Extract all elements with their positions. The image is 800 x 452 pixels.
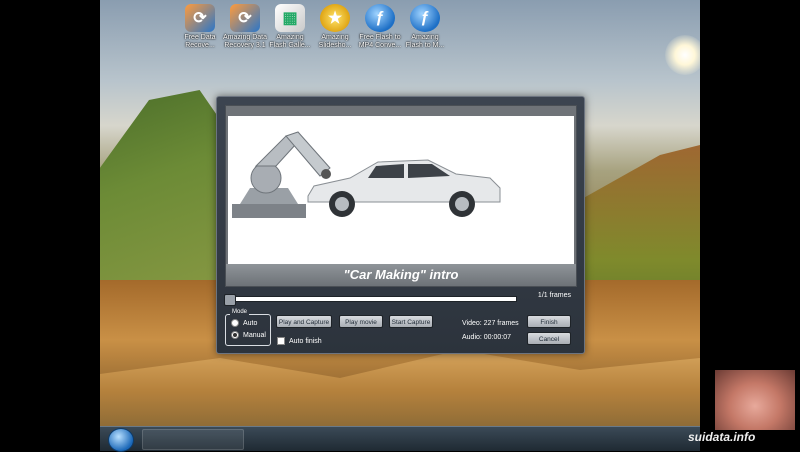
desktop-icons: ⟳ Free Data Recove... ⟳ Amazing Data Rec… <box>178 4 448 50</box>
finish-button[interactable]: Finish <box>527 315 571 328</box>
desktop-icon-label: Free Data Recove... <box>184 34 216 49</box>
overlay-thumbnail <box>715 370 795 430</box>
desktop-icon-label: Amazing Flash Galle... <box>269 34 311 49</box>
desktop-icon-label: Amazing Data Recovery 3.1 <box>223 34 267 49</box>
desktop-icon-flash-to-m[interactable]: ƒ Amazing Flash to M... <box>403 4 447 50</box>
preview-caption-bar: "Car Making" intro <box>226 264 576 286</box>
desktop-icon-label: Free Flash to MP4 Conve... <box>358 34 402 49</box>
flash-icon: ƒ <box>410 4 440 32</box>
mode-auto-label: Auto <box>243 319 258 327</box>
cancel-button[interactable]: Cancel <box>527 332 571 345</box>
recovery-icon: ⟳ <box>185 4 215 32</box>
desktop-icon-flash-to-mp4[interactable]: ƒ Free Flash to MP4 Conve... <box>358 4 402 50</box>
preview-title: "Car Making" intro <box>343 267 459 282</box>
watermark: suidata.info <box>688 430 756 444</box>
robot-arm-upper <box>285 131 331 177</box>
mode-group: Mode Auto Manual <box>225 309 271 346</box>
recovery-icon: ⟳ <box>230 4 260 32</box>
mode-manual-option[interactable]: Manual <box>231 331 266 339</box>
taskbar-app-button[interactable] <box>142 429 244 450</box>
car-making-illustration <box>232 131 501 218</box>
robot-joint <box>250 162 282 194</box>
start-capture-button[interactable]: Start Capture <box>389 315 433 328</box>
taskbar <box>100 426 700 452</box>
capture-dialog: "Car Making" intro 1/1 frames Mode Auto … <box>216 96 585 354</box>
mode-manual-label: Manual <box>243 331 266 339</box>
play-movie-button[interactable]: Play movie <box>339 315 383 328</box>
robot-gripper <box>321 169 331 179</box>
car-hubcap-front <box>335 197 349 211</box>
auto-finish-checkbox-row[interactable]: Auto finish <box>277 337 322 345</box>
play-and-capture-button[interactable]: Play and Capture <box>276 315 332 328</box>
car-hubcap-rear <box>455 197 469 211</box>
mode-auto-option[interactable]: Auto <box>231 319 257 327</box>
preview-area <box>228 116 574 266</box>
capture-stats: Video: 227 frames Audio: 00:00:07 <box>462 317 519 345</box>
desktop-icon-amazing-data-recovery[interactable]: ⟳ Amazing Data Recovery 3.1 <box>223 4 267 50</box>
desktop-icon-label: Amazing Slidesho... <box>318 34 352 49</box>
desktop-icon-slideshow[interactable]: ★ Amazing Slidesho... <box>313 4 357 50</box>
auto-finish-checkbox[interactable] <box>277 337 285 345</box>
slideshow-icon: ★ <box>320 4 350 32</box>
desktop-icon-free-data-recovery[interactable]: ⟳ Free Data Recove... <box>178 4 222 50</box>
gallery-icon: ▦ <box>275 4 305 32</box>
audio-info: Audio: 00:00:07 <box>462 334 512 341</box>
progress-fill <box>226 297 516 301</box>
sun <box>665 35 700 75</box>
capture-progress: 1/1 frames <box>224 292 575 306</box>
flash-icon: ƒ <box>365 4 395 32</box>
frames-counter: 1/1 frames <box>537 292 571 299</box>
start-orb-icon[interactable] <box>108 428 134 452</box>
mode-legend: Mode <box>230 309 250 315</box>
robot-base <box>232 204 306 218</box>
video-info: Video: 227 frames <box>462 320 519 327</box>
radio-manual[interactable] <box>231 331 239 339</box>
auto-finish-label: Auto finish <box>289 337 322 345</box>
progress-thumb[interactable] <box>224 294 236 306</box>
desktop-icon-label: Amazing Flash to M... <box>405 34 445 49</box>
progress-track[interactable] <box>224 294 517 306</box>
radio-auto[interactable] <box>231 319 239 327</box>
desktop-icon-flash-gallery[interactable]: ▦ Amazing Flash Galle... <box>268 4 312 50</box>
preview-frame: "Car Making" intro <box>225 105 577 287</box>
